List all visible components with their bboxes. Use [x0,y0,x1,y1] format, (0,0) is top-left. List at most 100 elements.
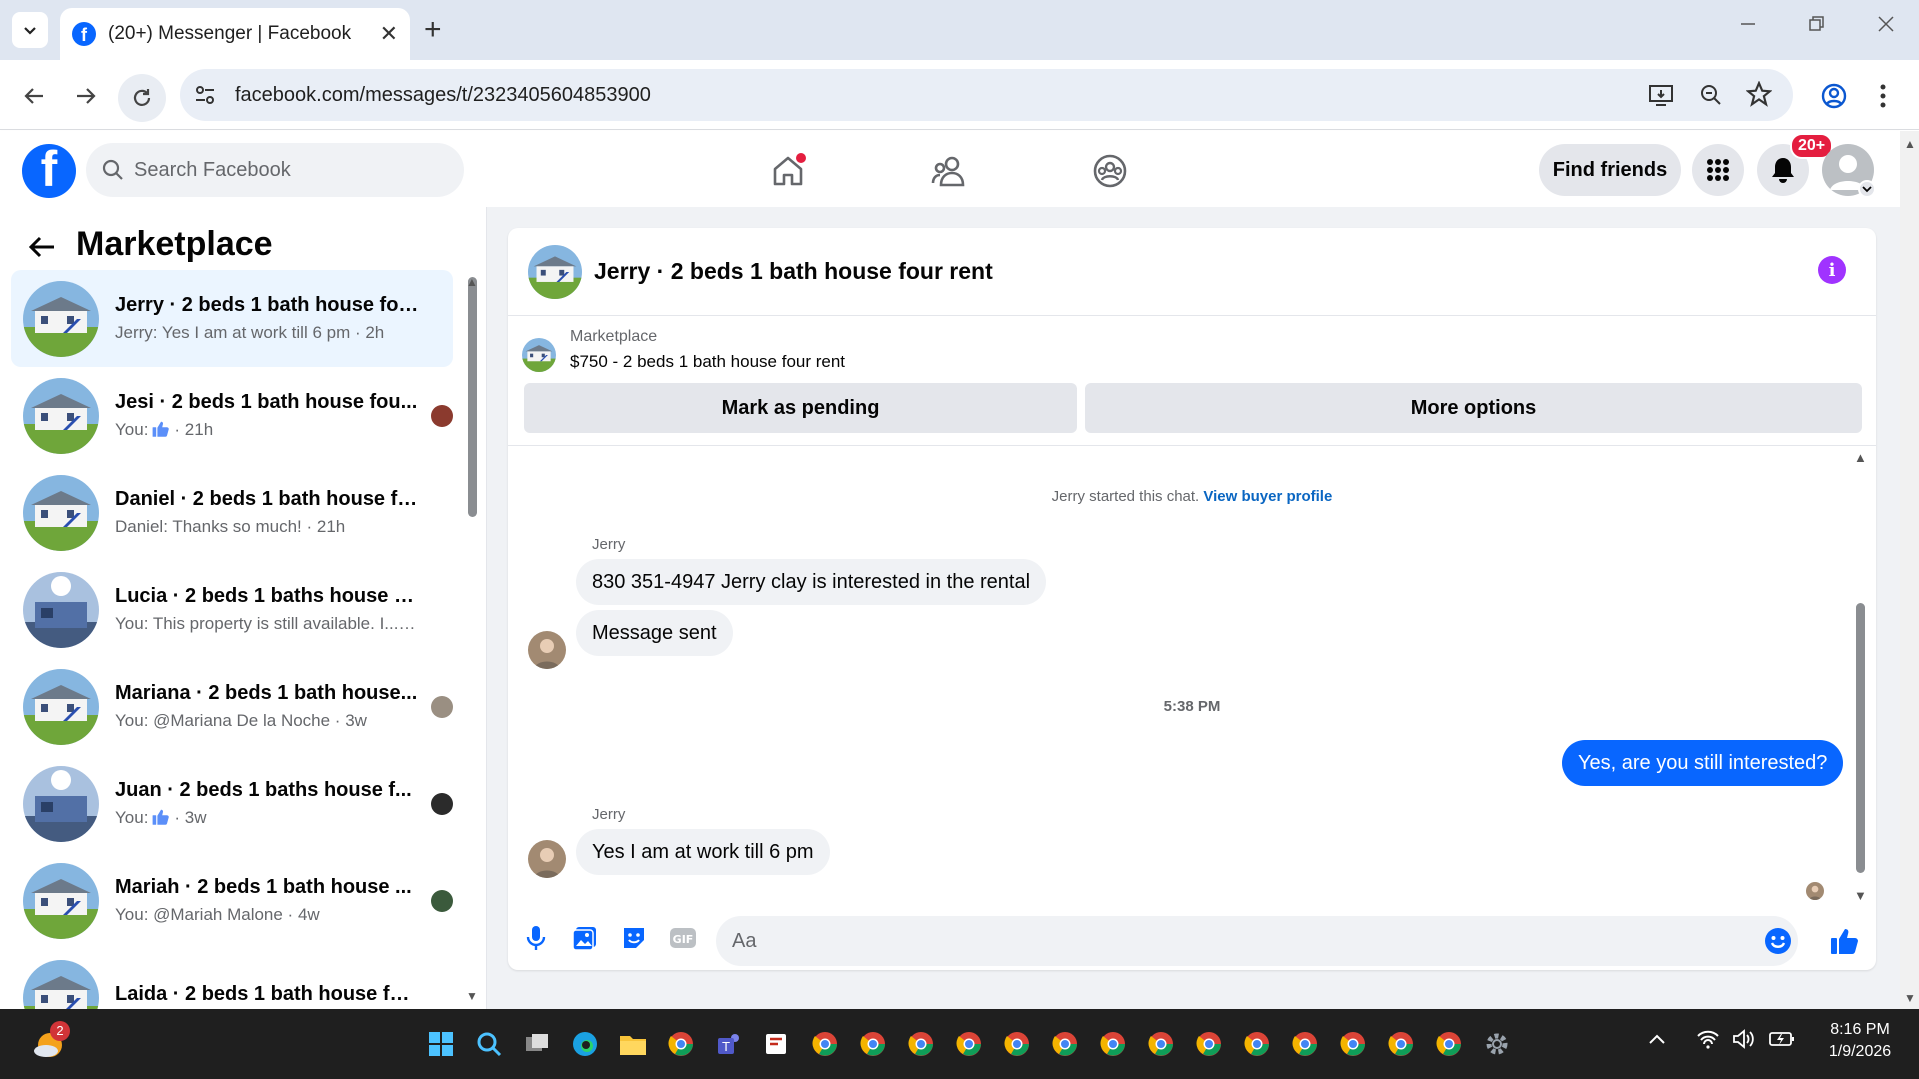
more-options-button[interactable]: More options [1085,383,1862,433]
chrome-window-button[interactable] [1042,1021,1088,1067]
chrome-window-button[interactable] [1234,1021,1280,1067]
chat-scrollbar[interactable] [1856,603,1865,873]
message-bubble-received[interactable]: 830 351-4947 Jerry clay is interested in… [576,559,1047,605]
attach-media-button[interactable] [567,920,603,956]
start-button[interactable] [418,1021,464,1067]
chrome-window-button[interactable] [898,1021,944,1067]
profile-icon[interactable] [1820,82,1848,110]
mark-as-pending-button[interactable]: Mark as pending [524,383,1077,433]
bookmark-star-icon[interactable] [1746,81,1772,107]
sidebar-scrollbar[interactable] [468,277,477,517]
clock-time: 8:16 PM [1830,1021,1890,1038]
chevron-down-icon [24,27,36,35]
tab-search-dropdown-button[interactable] [12,12,48,48]
conversation-item[interactable]: Juan · 2 beds 1 baths house f... You: · 3w [11,755,453,852]
gif-button[interactable]: GIF [665,920,701,956]
chrome-window-button[interactable] [994,1021,1040,1067]
conversation-item[interactable]: Jesi · 2 beds 1 bath house fou... You: · 2… [11,367,453,464]
facebook-logo[interactable]: f [22,144,76,198]
close-window-button[interactable] [1876,14,1896,34]
show-hidden-icons-button[interactable] [1648,1033,1666,1045]
chrome-window-button[interactable] [1186,1021,1232,1067]
browser-tab-messenger[interactable]: f (20+) Messenger | Facebook ✕ [60,8,410,60]
account-dropdown-icon[interactable] [1858,180,1876,198]
conversation-preview: You: @Mariah Malone · 4w [115,905,320,924]
view-buyer-profile-link[interactable]: View buyer profile [1203,488,1332,505]
new-tab-button[interactable]: + [424,14,442,46]
close-tab-icon[interactable]: ✕ [380,21,398,47]
chrome-window-button[interactable] [1330,1021,1376,1067]
zoom-icon[interactable] [1698,82,1724,108]
emoji-button[interactable] [1764,927,1792,955]
message-input[interactable] [732,929,1732,953]
volume-icon[interactable] [1732,1029,1756,1049]
settings-button[interactable] [1474,1021,1520,1067]
restore-window-button[interactable] [1806,14,1826,34]
back-button[interactable] [14,76,54,116]
jerry-avatar[interactable] [528,840,566,878]
conversation-item[interactable]: Daniel · 2 beds 1 bath house fou... Danie… [11,464,453,561]
scroll-down-icon[interactable]: ▼ [466,989,478,1003]
send-like-button[interactable] [1830,926,1860,956]
scroll-up-icon[interactable]: ▲ [1854,450,1867,465]
back-arrow-button[interactable] [28,235,56,259]
install-app-icon[interactable] [1648,82,1674,108]
groups-nav[interactable] [1090,151,1130,191]
chat-title[interactable]: Jerry · 2 beds 1 bath house four rent [594,258,993,285]
chat-avatar[interactable] [528,244,582,299]
home-nav[interactable] [768,151,808,191]
sticker-button[interactable] [616,920,652,956]
chrome-window-button[interactable] [1378,1021,1424,1067]
forward-button[interactable] [66,76,106,116]
address-bar[interactable]: facebook.com/messages/t/2323405604853900 [180,69,1793,121]
file-explorer-button[interactable] [610,1021,656,1067]
message-bubble-received[interactable]: Message sent [576,610,733,656]
browser-menu-icon[interactable] [1878,82,1888,110]
chrome-window-button[interactable] [850,1021,896,1067]
minimize-window-button[interactable] [1738,14,1758,34]
task-view-button[interactable] [514,1021,560,1067]
chrome-button[interactable] [658,1021,704,1067]
message-input-box[interactable] [716,916,1798,966]
conversation-item[interactable]: Mariah · 2 beds 1 bath house ... You: @Ma… [11,852,453,949]
chrome-window-button[interactable] [946,1021,992,1067]
teams-button[interactable]: T [706,1021,752,1067]
find-friends-button[interactable]: Find friends [1539,144,1681,196]
search-bar[interactable] [86,143,464,197]
chrome-window-button[interactable] [802,1021,848,1067]
conversation-name: Laida · 2 beds 1 bath house four... [115,983,420,1005]
conversation-name: Daniel · 2 beds 1 bath house fou... [115,488,420,510]
scroll-up-icon[interactable]: ▲ [466,275,478,289]
listing-price: $750 - 2 beds 1 bath house four rent [570,352,846,371]
friends-nav[interactable] [928,151,968,191]
jerry-avatar[interactable] [528,631,566,669]
chat-header[interactable]: Jerry · 2 beds 1 bath house four rent [508,228,1876,316]
conversation-item[interactable]: Lucia · 2 beds 1 baths house fou... You: … [11,561,453,658]
conversation-avatar [23,280,99,357]
page-scrollbar[interactable]: ▲ ▼ [1900,131,1919,1009]
conversation-item[interactable]: Jerry · 2 beds 1 bath house four ... Jerr… [11,270,453,367]
listing-info[interactable]: Marketplace $750 - 2 beds 1 bath house f… [522,328,845,372]
chrome-window-button[interactable] [1426,1021,1472,1067]
edge-button[interactable] [562,1021,608,1067]
chrome-window-button[interactable] [1282,1021,1328,1067]
message-bubble-received[interactable]: Yes I am at work till 6 pm [576,829,830,875]
chrome-window-button[interactable] [1090,1021,1136,1067]
chrome-window-button[interactable] [1138,1021,1184,1067]
info-icon[interactable]: i [1818,256,1846,284]
snipping-tool-button[interactable] [754,1021,800,1067]
conversation-item[interactable]: Mariana · 2 beds 1 bath house... You: @Ma… [11,658,453,755]
search-input[interactable] [134,158,434,182]
voice-clip-button[interactable] [518,920,554,956]
conversation-name: Juan · 2 beds 1 baths house f... [115,779,412,801]
message-bubble-sent[interactable]: Yes, are you still interested? [1562,740,1844,786]
battery-icon[interactable] [1768,1029,1796,1049]
wifi-icon[interactable] [1696,1029,1720,1049]
url-text[interactable]: facebook.com/messages/t/2323405604853900 [235,84,651,107]
system-clock[interactable]: 8:16 PM 1/9/2026 [1812,1021,1908,1061]
search-button[interactable] [466,1021,512,1067]
scroll-down-icon[interactable]: ▼ [1854,888,1867,903]
reload-button[interactable] [118,74,166,122]
site-info-icon[interactable] [194,84,216,106]
menu-button[interactable] [1692,144,1744,196]
